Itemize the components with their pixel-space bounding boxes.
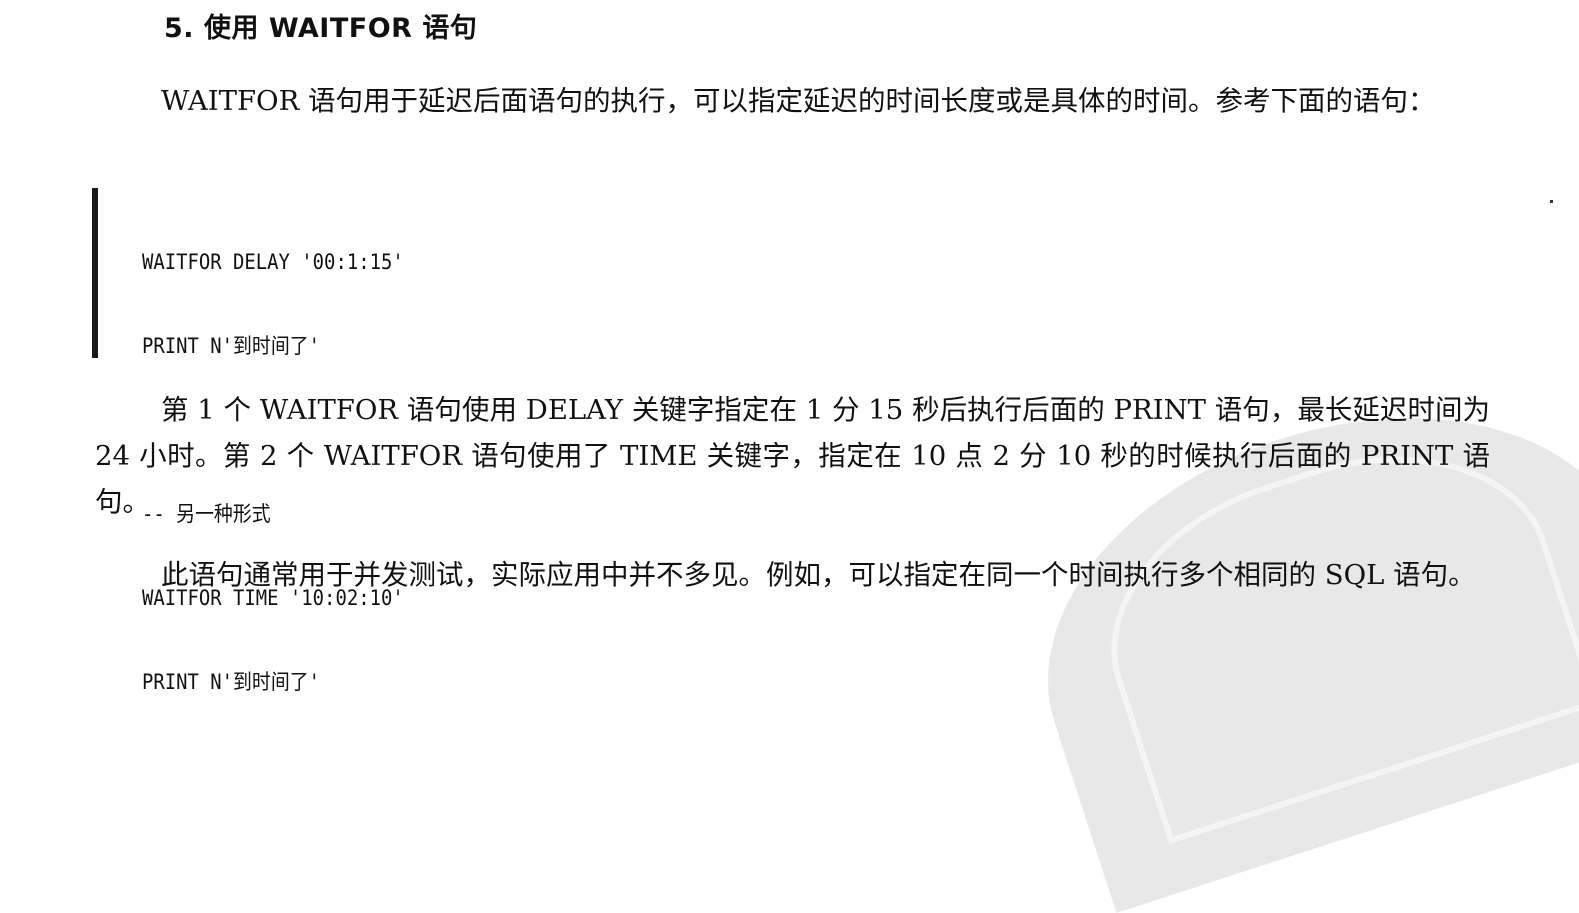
code-block-bar <box>92 188 98 358</box>
code-line: PRINT N'到时间了' <box>142 334 321 358</box>
intro-paragraph: WAITFOR 语句用于延迟后面语句的执行，可以指定延迟的时间长度或是具体的时间… <box>161 85 1436 117</box>
explanation-paragraph: 第 1 个 WAITFOR 语句使用 DELAY 关键字指定在 1 分 15 秒… <box>95 394 1490 518</box>
code-line: PRINT N'到时间了' <box>142 670 321 694</box>
section-heading: 5. 使用 WAITFOR 语句 <box>164 13 478 44</box>
document-page: 5. 使用 WAITFOR 语句 WAITFOR 语句用于延迟后面语句的执行，可… <box>0 0 1579 913</box>
code-line: WAITFOR DELAY '00:1:15' <box>142 250 404 274</box>
scan-speck <box>1550 200 1553 203</box>
code-block: WAITFOR DELAY '00:1:15' PRINT N'到时间了' --… <box>92 188 612 694</box>
usage-paragraph: 此语句通常用于并发测试，实际应用中并不多见。例如，可以指定在同一个时间执行多个相… <box>161 559 1476 591</box>
